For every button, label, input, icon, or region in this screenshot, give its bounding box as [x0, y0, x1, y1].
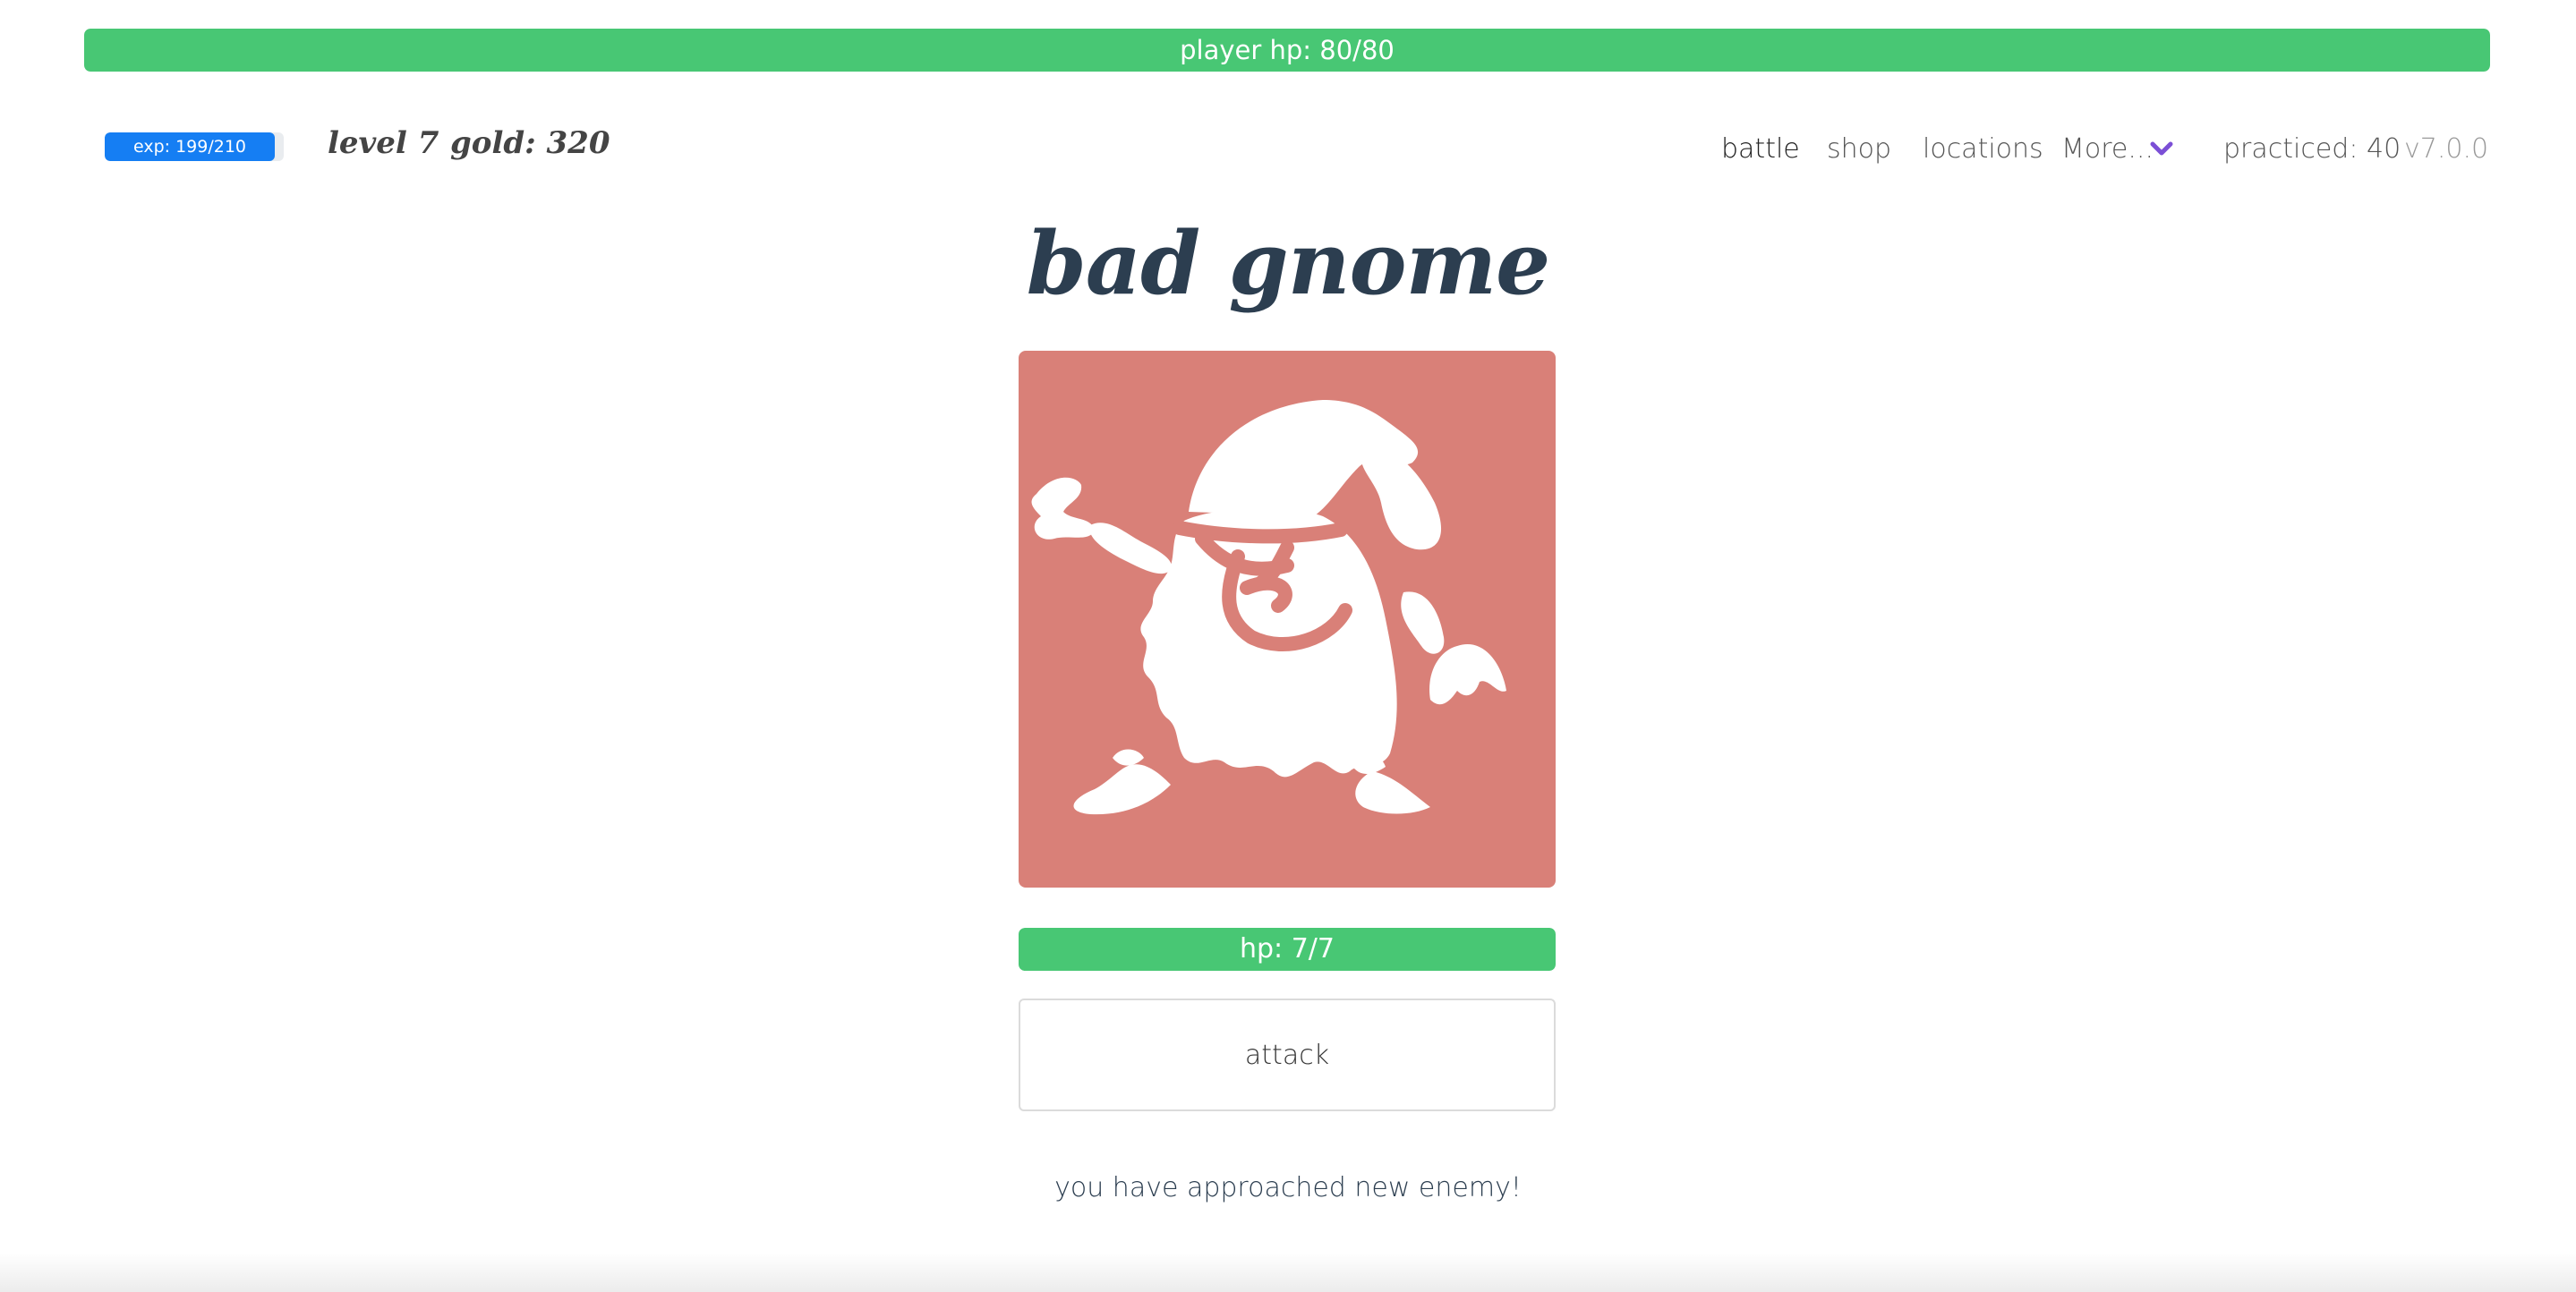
version-label: v7.0.0 — [2404, 133, 2489, 165]
gold-label: gold: 320 — [450, 125, 610, 161]
exp-bar: exp: 199/210 — [105, 132, 284, 161]
exp-label: exp: 199/210 — [132, 137, 247, 157]
enemy-image — [1019, 351, 1556, 888]
nav-locations-link[interactable]: locations — [1923, 130, 2043, 169]
battle-message: you have approached new enemy! — [1054, 1172, 1522, 1203]
player-hp-label: player hp: 80/80 — [1180, 35, 1395, 65]
page-bottom-shadow — [0, 1253, 2576, 1292]
enemy-hp-label: hp: 7/7 — [1240, 933, 1335, 965]
attack-button[interactable]: attack — [1019, 999, 1556, 1111]
player-hp-bar: player hp: 80/80 — [84, 29, 2490, 72]
nav-shop-link[interactable]: shop — [1827, 130, 1891, 169]
battle-page: player hp: 80/80 exp: 199/210 level 7 go… — [0, 0, 2576, 1292]
nav-more-dropdown[interactable]: More... — [2061, 130, 2154, 169]
enemy-name: bad gnome — [1026, 213, 1550, 314]
chevron-down-icon[interactable] — [2148, 138, 2175, 159]
level-label: level 7 — [328, 125, 439, 161]
gnome-icon — [1031, 400, 1506, 815]
nav-battle-link[interactable]: battle — [1721, 130, 1800, 169]
enemy-hp-bar: hp: 7/7 — [1019, 928, 1556, 971]
practiced-count: practiced: 40 — [2223, 133, 2401, 165]
